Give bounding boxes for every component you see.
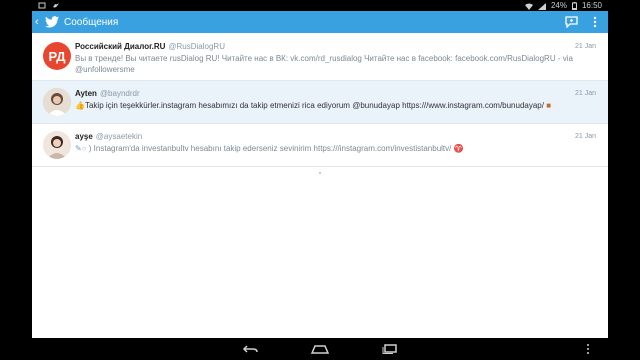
nav-recents-button[interactable] (379, 342, 401, 356)
nav-back-button[interactable] (239, 342, 261, 356)
signal-icon (537, 3, 546, 10)
emoji-icon: ✎ (75, 144, 82, 153)
back-arrow-icon[interactable]: ‹ (35, 16, 43, 28)
rusdialog-logo-icon: РД (48, 49, 66, 64)
user-photo-icon (43, 88, 71, 116)
list-item[interactable]: РД Российский Диалог.RU @RusDialogRU 21 J… (32, 33, 608, 81)
back-icon (242, 345, 258, 353)
sender-handle: @bayndrdr (99, 89, 140, 98)
user-photo-icon (43, 131, 71, 159)
system-nav-bar (32, 338, 608, 360)
message-preview: Takip için teşekkürler.instagram hesabım… (84, 101, 544, 110)
svg-text:РД: РД (48, 49, 66, 64)
message-date: 21 Jan (574, 133, 596, 140)
sender-name[interactable]: ayşe (75, 132, 93, 141)
list-item[interactable]: ayşe @aysaetekin 21 Jan ✎○ ) Instagram'da… (32, 124, 608, 167)
message-date: 21 Jan (574, 90, 596, 97)
page-title: Сообщения (64, 16, 119, 28)
twitter-bird-icon[interactable] (45, 16, 59, 28)
sender-name[interactable]: Российский Диалог.RU (75, 42, 165, 51)
nav-menu-button[interactable] (586, 342, 600, 356)
status-bar: 24% 16:50 (32, 0, 608, 11)
message-preview: ) Instagram'da investanbultv hesabını ta… (88, 144, 452, 153)
nav-home-button[interactable] (309, 342, 331, 356)
tablet-screen: 24% 16:50 ‹ Сообщения РД Российский Диал… (32, 0, 608, 360)
action-bar: ‹ Сообщения (32, 11, 608, 33)
sender-handle: @aysaetekin (95, 132, 143, 141)
more-vertical-icon (593, 16, 597, 28)
message-preview: Вы в тренде! Вы читаете rusDialog RU! Чи… (75, 54, 573, 74)
notification-icon (38, 2, 46, 9)
battery-icon (571, 2, 577, 10)
recent-apps-icon (382, 344, 397, 354)
overflow-menu-button[interactable] (588, 15, 602, 29)
avatar[interactable]: РД (43, 42, 71, 70)
emoji-icon: ○ (81, 144, 87, 153)
loading-indicator (319, 172, 321, 174)
sender-handle: @RusDialogRU (168, 42, 225, 51)
twitter-notification-icon (53, 3, 59, 8)
menu-dots-icon (587, 344, 589, 354)
home-icon (310, 345, 330, 354)
sender-name[interactable]: Ayten (75, 89, 97, 98)
clock: 16:50 (581, 1, 602, 10)
avatar[interactable] (43, 131, 71, 159)
message-date: 21 Jan (574, 43, 596, 50)
battery-percent: 24% (550, 1, 567, 10)
wifi-icon (524, 3, 533, 10)
thumbs-up-emoji-icon: 👍 (75, 101, 85, 110)
emoji-icon: ♈ (453, 144, 464, 153)
compose-message-icon (564, 16, 578, 28)
emoji-icon: ■ (546, 101, 552, 110)
message-list: РД Российский Диалог.RU @RusDialogRU 21 J… (32, 33, 608, 338)
new-message-button[interactable] (564, 15, 578, 29)
avatar[interactable] (43, 88, 71, 116)
list-item[interactable]: Ayten @bayndrdr 21 Jan 👍Takip için teşekk… (32, 81, 608, 124)
